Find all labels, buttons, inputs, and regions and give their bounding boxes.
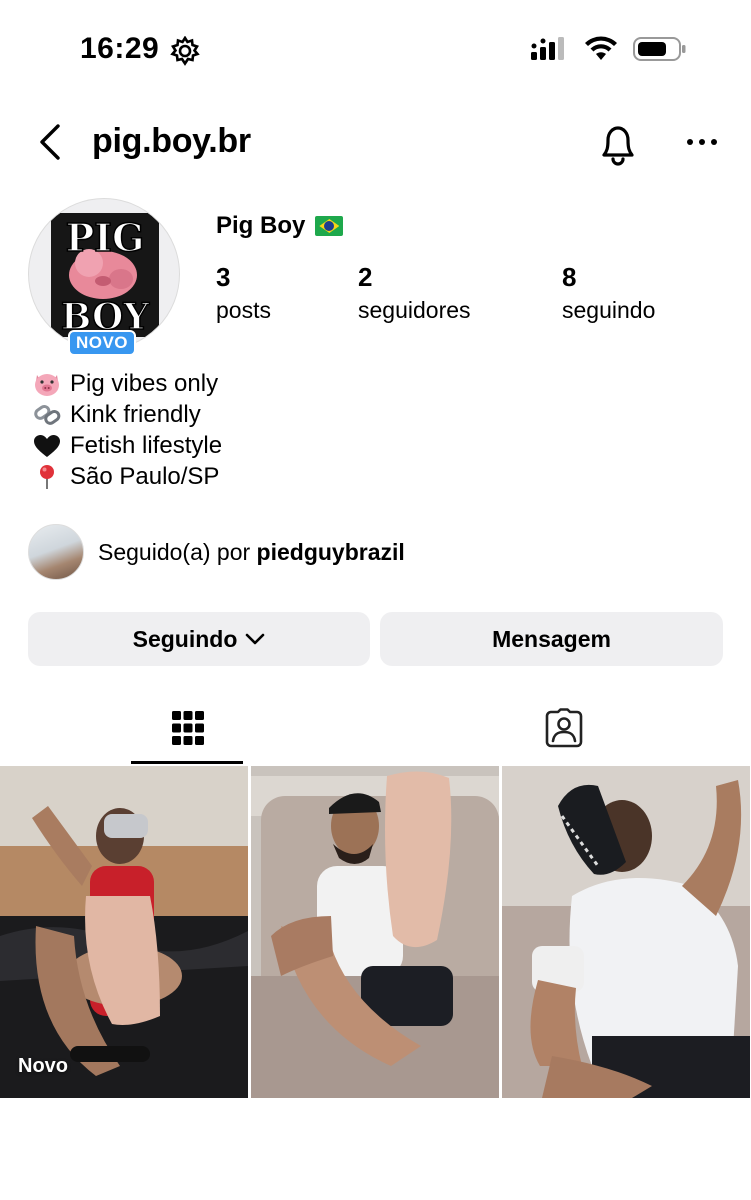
bio-text: Pig vibes only bbox=[70, 369, 219, 397]
chevron-down-icon bbox=[246, 633, 265, 645]
profile-bio: Pig vibes only Kink friendly Fetish life… bbox=[30, 368, 222, 492]
status-time: 16:29 bbox=[80, 32, 160, 65]
bio-line: Pig vibes only bbox=[30, 368, 222, 399]
followed-by-prefix: Seguido(a) por bbox=[98, 538, 257, 565]
cellular-signal-icon bbox=[531, 37, 564, 60]
more-options-button[interactable] bbox=[682, 122, 722, 162]
message-button[interactable]: Mensagem bbox=[380, 612, 723, 666]
profile-header: pig.boy.br bbox=[0, 110, 751, 174]
stat-following[interactable]: 8 seguindo bbox=[562, 262, 655, 324]
post-thumbnail bbox=[0, 766, 248, 1098]
stat-following-count: 8 bbox=[562, 262, 577, 292]
profile-username: pig.boy.br bbox=[92, 122, 251, 160]
post-thumbnail bbox=[251, 766, 499, 1098]
grid-post[interactable]: Novo bbox=[0, 766, 248, 1098]
avatar: PIG BOY bbox=[28, 198, 180, 350]
following-button-label: Seguindo bbox=[132, 625, 238, 652]
stat-following-label: seguindo bbox=[562, 297, 656, 323]
grid-post[interactable] bbox=[251, 766, 499, 1098]
grid-post[interactable] bbox=[502, 766, 750, 1098]
pig-face-emoji-icon bbox=[30, 370, 64, 398]
status-bar: 16:29 bbox=[0, 0, 751, 100]
followed-by-user: piedguybrazil bbox=[256, 538, 405, 565]
stat-followers-count: 2 bbox=[358, 262, 373, 292]
display-name: Pig Boy bbox=[216, 212, 344, 240]
post-new-label: Novo bbox=[18, 1055, 68, 1077]
display-name-text: Pig Boy bbox=[216, 212, 306, 239]
follower-avatar bbox=[28, 524, 84, 580]
new-badge: NOVO bbox=[68, 330, 136, 356]
notifications-button[interactable] bbox=[596, 120, 640, 168]
stat-posts[interactable]: 3 posts bbox=[216, 262, 271, 324]
bio-text: Fetish lifestyle bbox=[70, 431, 223, 459]
bio-text: Kink friendly bbox=[70, 400, 201, 428]
stat-followers[interactable]: 2 seguidores bbox=[358, 262, 471, 324]
followed-by[interactable]: Seguido(a) por piedguybrazil bbox=[28, 524, 405, 580]
profile-tabs bbox=[0, 692, 751, 766]
status-icons bbox=[529, 36, 687, 62]
posts-grid: Novo bbox=[0, 766, 751, 1098]
active-tab-indicator bbox=[131, 761, 243, 764]
stat-posts-label: posts bbox=[216, 297, 271, 323]
back-button[interactable] bbox=[30, 120, 70, 164]
pig-boy-logo: PIG BOY bbox=[51, 213, 159, 337]
profile-avatar[interactable]: PIG BOY bbox=[28, 198, 180, 350]
brazil-flag-icon bbox=[315, 216, 344, 236]
post-thumbnail bbox=[502, 766, 750, 1098]
bio-line: São Paulo/SP bbox=[30, 461, 222, 492]
settings-gear-icon bbox=[170, 36, 200, 66]
chain-link-emoji-icon bbox=[30, 401, 64, 429]
stat-followers-label: seguidores bbox=[358, 297, 471, 323]
message-button-label: Mensagem bbox=[492, 625, 611, 652]
tab-tagged[interactable] bbox=[376, 692, 751, 764]
wifi-icon bbox=[585, 36, 617, 60]
followed-by-text: Seguido(a) por piedguybrazil bbox=[98, 539, 405, 566]
black-heart-emoji-icon bbox=[30, 432, 64, 460]
tagged-person-icon bbox=[545, 708, 582, 748]
chevron-left-icon bbox=[40, 124, 60, 160]
grid-icon bbox=[171, 711, 204, 745]
battery-icon bbox=[633, 37, 686, 61]
avatar-text-top: PIG bbox=[66, 215, 145, 260]
stat-posts-count: 3 bbox=[216, 262, 231, 292]
following-button[interactable]: Seguindo bbox=[28, 612, 370, 666]
tab-posts-grid[interactable] bbox=[0, 692, 375, 764]
more-dots-icon bbox=[687, 139, 717, 145]
bio-text: São Paulo/SP bbox=[70, 462, 220, 490]
round-pushpin-emoji-icon bbox=[30, 463, 64, 491]
bio-line: Fetish lifestyle bbox=[30, 430, 222, 461]
bio-line: Kink friendly bbox=[30, 399, 222, 430]
bell-icon bbox=[602, 126, 634, 166]
